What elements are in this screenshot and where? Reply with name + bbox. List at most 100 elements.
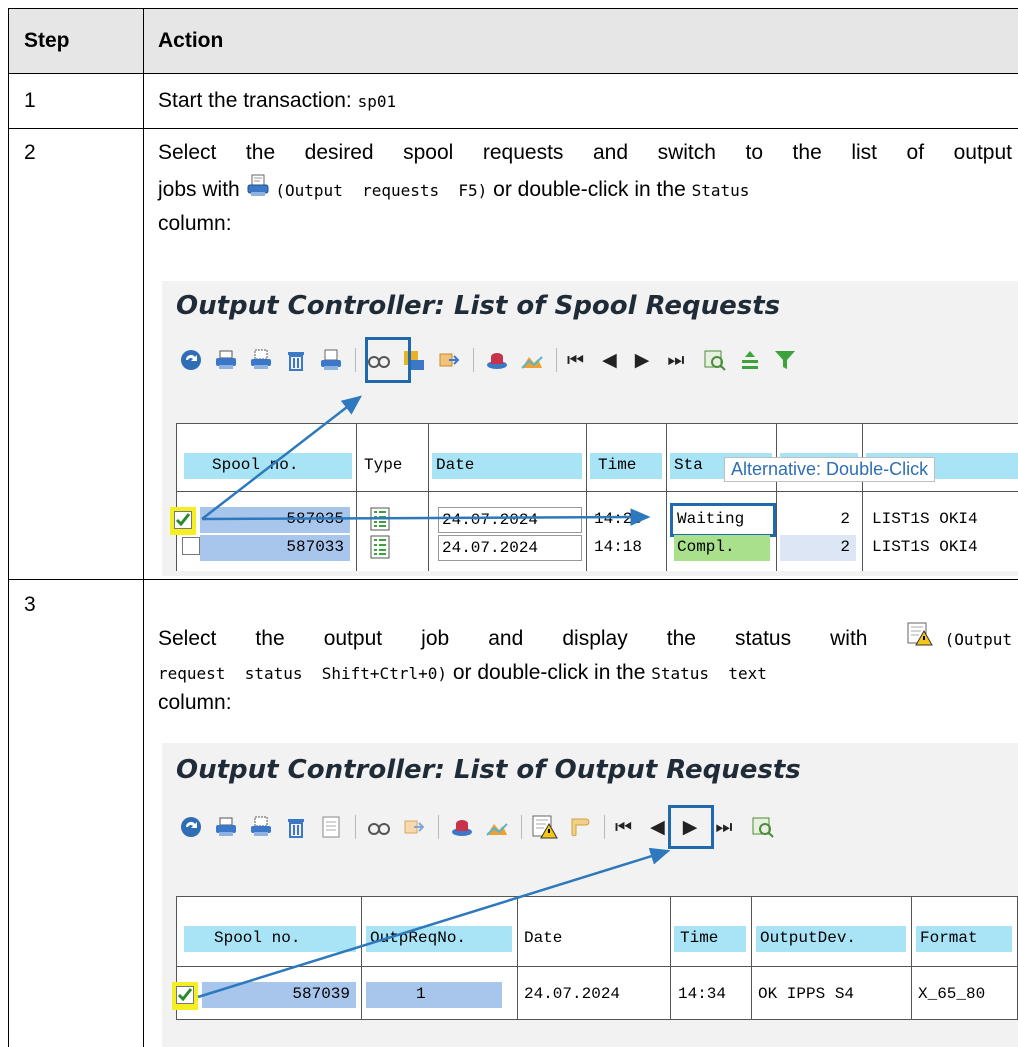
filter-icon[interactable]	[772, 347, 798, 373]
last-page-icon[interactable]: ⏭	[667, 349, 684, 371]
grid-line	[176, 1019, 1018, 1020]
toolbar-separator	[355, 815, 356, 839]
column-header-date[interactable]: Date	[432, 453, 582, 479]
refresh-icon[interactable]	[178, 814, 204, 840]
first-page-icon[interactable]: ⏮	[567, 349, 584, 371]
toolbar-separator	[473, 348, 474, 372]
first-page-icon[interactable]: ⏮	[615, 816, 632, 838]
column-header-action: Action	[158, 29, 224, 52]
spool-number[interactable]: 587035	[200, 507, 350, 533]
application-toolbar: ⏮ ◀ ▶ ⏭	[178, 343, 807, 377]
list-type-icon	[370, 507, 394, 533]
status-cell[interactable]: Compl.	[674, 535, 770, 561]
find-icon[interactable]	[702, 347, 728, 373]
time-cell: 14:34	[678, 985, 727, 1003]
pages-cell: 2	[840, 510, 850, 528]
grid-line	[176, 966, 1018, 967]
step-number: 2	[24, 141, 36, 164]
step-number: 1	[24, 89, 36, 112]
column-header-date[interactable]: Date	[522, 926, 666, 952]
column-header-type[interactable]: Type	[362, 453, 424, 479]
double-click-tooltip: Alternative: Double-Click	[724, 457, 936, 482]
table-border-top	[8, 8, 1018, 9]
hat-icon[interactable]	[484, 347, 510, 373]
step-3-line: request status Shift+Ctrl+0) or double-c…	[158, 658, 1012, 688]
time-cell: 14:23	[594, 510, 643, 528]
step-2-text: Select the desired spool requests and sw…	[158, 138, 1012, 238]
sort-ascending-icon[interactable]	[737, 347, 763, 373]
forward-icon[interactable]	[436, 347, 462, 373]
toolbar-separator	[604, 815, 605, 839]
row-divider	[8, 128, 1018, 129]
output-request-status-icon[interactable]	[532, 814, 558, 840]
refresh-icon[interactable]	[178, 347, 204, 373]
step-number: 3	[24, 593, 36, 616]
print-icon[interactable]	[213, 814, 239, 840]
grid-line	[670, 896, 671, 1020]
row-checkbox[interactable]	[182, 537, 200, 555]
toolbar-separator	[438, 815, 439, 839]
date-cell: 24.07.2024	[524, 985, 621, 1003]
column-header-time[interactable]: Time	[674, 926, 746, 952]
output-request-number[interactable]: 1	[366, 982, 502, 1008]
grid-line	[751, 896, 752, 1020]
output-requests-icon	[246, 173, 270, 199]
procedure-table: Step Action 1 Start the transaction: sp0…	[8, 8, 1018, 1047]
delete-icon[interactable]	[283, 347, 309, 373]
spool-number[interactable]: 587039	[202, 982, 356, 1008]
checkmark-icon	[177, 988, 193, 1002]
transaction-code: sp01	[357, 92, 397, 111]
spool-number[interactable]: 587033	[200, 535, 350, 561]
column-header-time[interactable]: Time	[590, 453, 662, 479]
delete-icon[interactable]	[283, 814, 309, 840]
chart-icon[interactable]	[484, 814, 510, 840]
column-header-output-device[interactable]: OutputDev.	[756, 926, 906, 952]
print-with-changes-icon[interactable]	[248, 347, 274, 373]
column-header-outp-req-no[interactable]: OutpReqNo.	[366, 926, 512, 952]
column-header-spool-no[interactable]: Spool no.	[184, 926, 356, 952]
chart-icon[interactable]	[519, 347, 545, 373]
grid-line	[776, 423, 777, 571]
grid-line	[428, 423, 429, 571]
spool-request-list: Spool no. Type Date Time Sta 587035 24.0…	[170, 423, 1018, 571]
print-with-changes-icon[interactable]	[248, 814, 274, 840]
grid-line	[911, 896, 912, 1020]
previous-page-icon[interactable]: ◀	[602, 349, 617, 371]
row-checkbox[interactable]	[174, 511, 192, 529]
script-icon[interactable]	[567, 814, 593, 840]
next-page-icon[interactable]: ▶	[635, 349, 650, 371]
forward-icon[interactable]	[401, 814, 427, 840]
highlight-status-button	[668, 805, 714, 849]
format-cell: X_65_80	[918, 985, 986, 1003]
step-2-line: Select the desired spool requests and sw…	[158, 141, 1012, 164]
find-icon[interactable]	[750, 814, 776, 840]
grid-line	[176, 491, 1018, 492]
step-2-text-part: or double-click in the	[487, 178, 692, 201]
display-contents-icon[interactable]	[366, 814, 392, 840]
hat-icon[interactable]	[449, 814, 475, 840]
output-request-status-shortcut: request status Shift+Ctrl+0)	[158, 664, 447, 683]
grid-line	[361, 896, 362, 1020]
document-icon[interactable]	[318, 814, 344, 840]
output-request-status-icon	[907, 621, 933, 647]
status-column-name: Status	[691, 181, 750, 200]
column-header-format[interactable]: Format	[916, 926, 1012, 952]
previous-page-icon[interactable]: ◀	[650, 816, 665, 838]
title-cell: LIST1S OKI4	[872, 510, 978, 528]
step-1-text: Start the transaction: sp01	[158, 86, 396, 116]
print-icon[interactable]	[213, 347, 239, 373]
output-requests-shortcut: (Output requests F5)	[275, 181, 488, 200]
toolbar-separator	[521, 815, 522, 839]
row-divider	[8, 73, 1018, 74]
table-border-left	[8, 8, 9, 1047]
time-cell: 14:18	[594, 538, 643, 556]
column-header-spool-no[interactable]: Spool no.	[184, 453, 352, 479]
grid-line	[666, 423, 667, 571]
output-requests-icon[interactable]	[318, 347, 344, 373]
grid-line	[176, 896, 1018, 897]
date-cell: 24.07.2024	[438, 507, 582, 533]
step-2-line: jobs with (Output requests F5) or double…	[158, 171, 1012, 209]
row-checkbox[interactable]	[176, 986, 194, 1004]
spool-requests-screenshot: Output Controller: List of Spool Request…	[162, 281, 1018, 576]
last-page-icon[interactable]: ⏭	[715, 816, 732, 838]
